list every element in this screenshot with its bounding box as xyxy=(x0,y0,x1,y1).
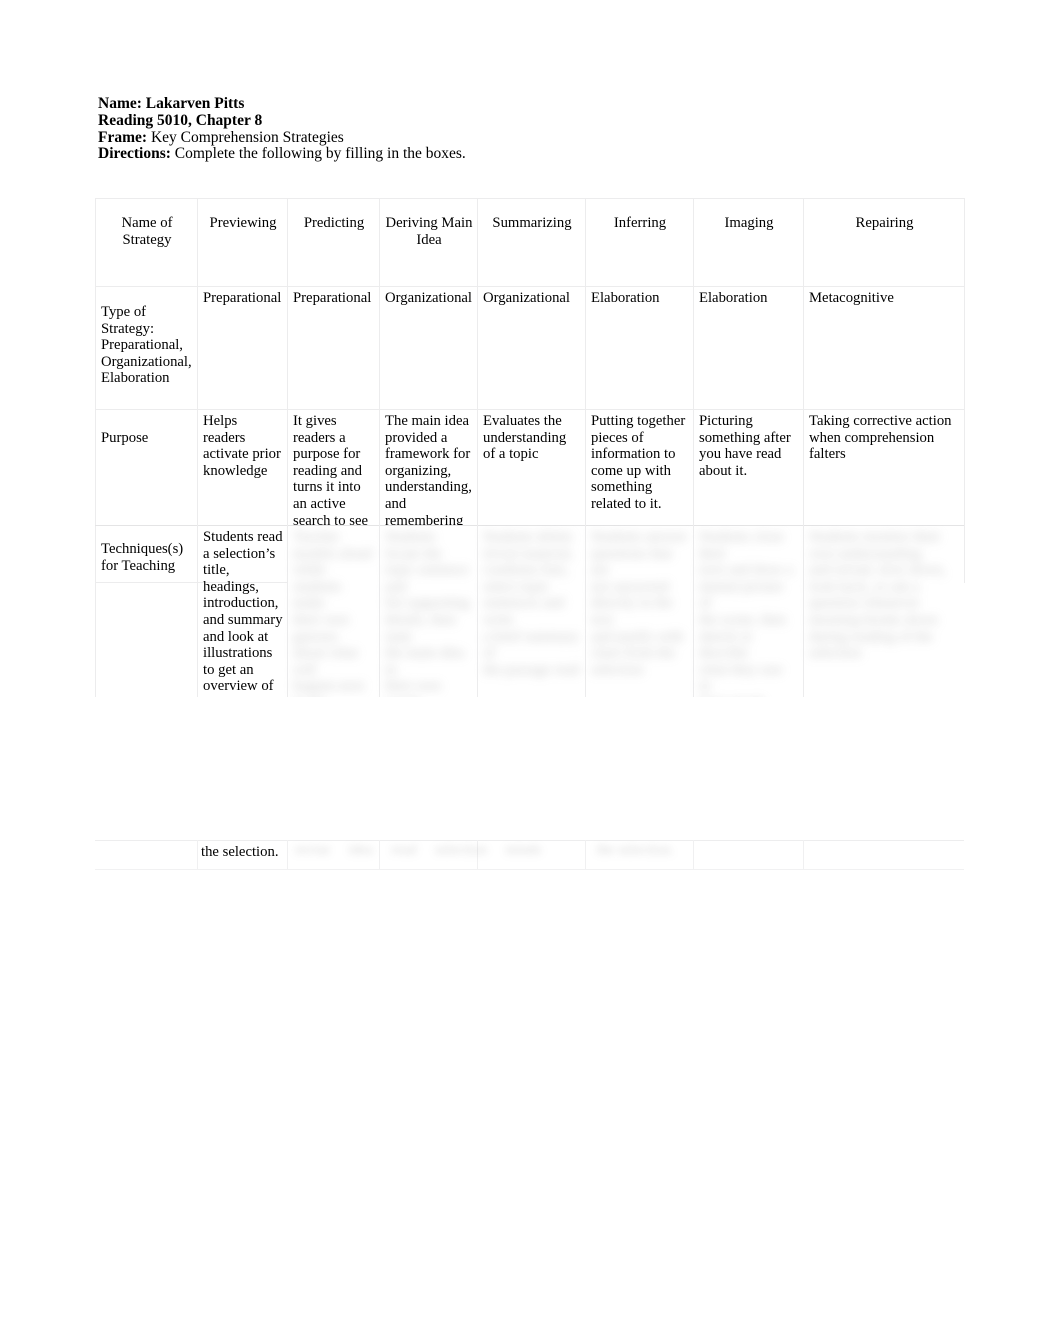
redaction-overlay-imaging: Students close their eyes and draw a menta… xyxy=(699,529,794,697)
techniques-continuation-strip: the selection. revise idea read selectio… xyxy=(95,840,964,870)
type-cell-imaging: Elaboration xyxy=(693,286,804,410)
type-cell-summarizing: Organizational xyxy=(477,286,586,410)
redaction-overlay-tail: revise idea read selection minds the sel… xyxy=(295,842,674,858)
heading-line-directions: Directions: Complete the following by fi… xyxy=(98,145,798,163)
table-header-row: Name of Strategy Previewing Predicting De… xyxy=(95,198,965,287)
redaction-overlay-inferring: Students answer questions that are not ans… xyxy=(591,529,687,678)
header-cell-imaging: Imaging xyxy=(693,198,804,287)
heading-line-frame: Frame: Key Comprehension Strategies xyxy=(98,128,798,147)
techniques-cell-inferring: Students answer questions that are not ans… xyxy=(585,525,694,697)
techniques-cell-deriving-main-idea: Students locate the topic sentence and lis… xyxy=(379,525,478,697)
techniques-tail-text: the selection. xyxy=(201,844,279,860)
tail-col-tick-1 xyxy=(197,840,198,870)
table-row-techniques: Techniques(s) for Teaching Students read… xyxy=(95,525,964,697)
type-cell-repairing: Metacognitive xyxy=(803,286,965,410)
heading-line-course: Reading 5010, Chapter 8 xyxy=(98,111,263,129)
tail-rule-bottom xyxy=(95,869,964,870)
header-cell-strategy: Name of Strategy xyxy=(95,198,198,287)
name-value: Lakarven Pitts xyxy=(141,95,245,112)
frame-value: Key Comprehension Strategies xyxy=(147,128,344,146)
row-header-techniques: Techniques(s) for Teaching xyxy=(95,525,198,697)
type-cell-deriving-main-idea: Organizational xyxy=(379,286,478,410)
document-page: Name: Lakarven Pitts Reading 5010, Chapt… xyxy=(0,0,1062,1325)
row-header-type-of-strategy: Type of Strategy: Preparational, Organiz… xyxy=(95,286,198,410)
header-cell-summarizing: Summarizing xyxy=(477,198,586,287)
techniques-cell-repairing: Students monitor their own understanding… xyxy=(803,525,964,697)
techniques-cell-predicting: Teacher models aloud while students make t… xyxy=(287,525,380,697)
header-strategy-line1: Name of xyxy=(121,215,173,231)
type-cell-previewing: Preparational xyxy=(197,286,288,410)
redaction-overlay-repairing: Students monitor their own understanding… xyxy=(809,529,946,662)
name-label: Name: xyxy=(98,95,142,112)
techniques-cell-summarizing: Students delete trivial material, condense… xyxy=(477,525,586,697)
document-heading: Name: Lakarven Pitts Reading 5010, Chapt… xyxy=(98,95,798,163)
techniques-cell-previewing: Students read a selection’s title, headi… xyxy=(197,525,288,697)
redaction-overlay-summarizing: Students delete trivial material, condense… xyxy=(483,529,580,678)
header-cell-repairing: Repairing xyxy=(803,198,965,287)
table-row-type-of-strategy: Type of Strategy: Preparational, Organiz… xyxy=(95,286,965,410)
tail-col-tick-2 xyxy=(287,840,288,870)
header-cell-previewing: Previewing xyxy=(197,198,288,287)
type-cell-predicting: Preparational xyxy=(287,286,380,410)
redaction-overlay-deriving-main-idea: Students locate the topic sentence and lis… xyxy=(385,529,470,697)
directions-label: Directions: xyxy=(98,145,171,163)
header-cell-predicting: Predicting xyxy=(287,198,380,287)
header-cell-deriving-main-idea: Deriving Main Idea xyxy=(379,198,478,287)
frame-label: Frame: xyxy=(98,128,148,146)
tail-rule-top xyxy=(95,840,964,841)
type-cell-inferring: Elaboration xyxy=(585,286,694,410)
redaction-overlay-predicting: Teacher models aloud while students make t… xyxy=(293,529,372,697)
table-row-techniques-viewport: Techniques(s) for Teaching Students read… xyxy=(95,525,964,697)
header-strategy-line2: Strategy xyxy=(122,231,172,248)
directions-value: Complete the following by filling in the… xyxy=(170,145,466,163)
heading-line-name: Name: Lakarven Pitts xyxy=(98,95,798,113)
header-cell-inferring: Inferring xyxy=(585,198,694,287)
techniques-cell-imaging: Students close their eyes and draw a menta… xyxy=(693,525,804,697)
